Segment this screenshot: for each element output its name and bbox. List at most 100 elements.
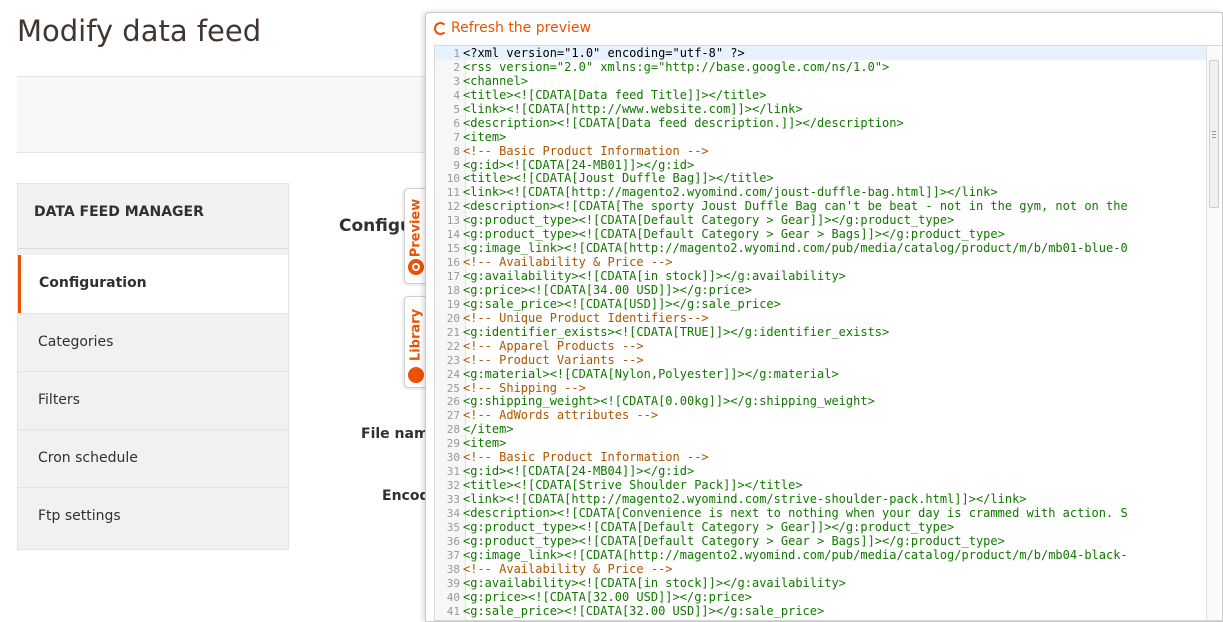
refresh-preview-label: Refresh the preview — [451, 20, 591, 36]
line-number: 11 — [446, 186, 460, 200]
code-line: 34 <description><![CDATA[Convenience is n… — [435, 506, 1206, 520]
code-line: 17 <g:availability><![CDATA[in stock]]></… — [435, 269, 1206, 283]
line-number: 21 — [446, 325, 460, 339]
line-number: 5 — [453, 102, 460, 116]
line-text: <g:availability><![CDATA[in stock]]></g:… — [463, 575, 846, 590]
code-line: 8 <!-- Basic Product Information --> — [435, 144, 1206, 158]
code-line: 33 <link><![CDATA[http://magento2.wyomind… — [435, 492, 1206, 506]
line-number: 33 — [446, 493, 460, 506]
code-line: 37 <g:image_link><![CDATA[http://magento2… — [435, 548, 1206, 562]
line-number: 20 — [446, 311, 460, 325]
code-line: 20 <!-- Unique Product Identifiers--> — [435, 311, 1206, 325]
code-line: 11 <link><![CDATA[http://magento2.wyomind… — [435, 185, 1206, 199]
line-number: 36 — [446, 534, 460, 548]
line-number: 24 — [446, 367, 460, 381]
code-line: 6 <description><![CDATA[Data feed descrip… — [435, 116, 1206, 130]
line-text: <g:product_type><![CDATA[Default Categor… — [463, 227, 1005, 242]
line-number: 31 — [446, 465, 460, 479]
line-number: 32 — [446, 479, 460, 493]
code-line: 16 <!-- Availability & Price --> — [435, 255, 1206, 269]
library-tab[interactable]: Library — [404, 296, 426, 388]
line-number: 13 — [446, 214, 460, 228]
code-line: 21 <g:identifier_exists><![CDATA[TRUE]]><… — [435, 325, 1206, 339]
line-text: <g:material><![CDATA[Nylon,Polyester]]><… — [463, 366, 839, 381]
code-line: 1 <?xml version="1.0" encoding="utf-8" ?> — [435, 46, 1206, 60]
line-text: <g:identifier_exists><![CDATA[TRUE]]></g… — [463, 324, 890, 339]
side-item-categories[interactable]: Categories — [18, 313, 288, 371]
line-text: <link><![CDATA[http://magento2.wyomind.c… — [463, 492, 1027, 506]
refresh-preview-button[interactable]: Refresh the preview — [426, 13, 1222, 43]
code-line: 22 <!-- Apparel Products --> — [435, 339, 1206, 353]
side-item-configuration[interactable]: Configuration — [18, 255, 288, 313]
line-text: <g:sale_price><![CDATA[USD]]></g:sale_pr… — [463, 296, 781, 311]
line-number: 27 — [446, 409, 460, 423]
line-text: <!-- Basic Product Information --> — [463, 143, 709, 158]
preview-tab[interactable]: Preview — [404, 188, 426, 284]
line-number: 10 — [446, 172, 460, 186]
line-number: 4 — [453, 88, 460, 102]
code-line: 40 <g:price><![CDATA[32.00 USD]]></g:pric… — [435, 590, 1206, 604]
eye-icon — [408, 259, 424, 275]
line-text: <g:product_type><![CDATA[Default Categor… — [463, 213, 955, 228]
line-number: 15 — [446, 242, 460, 256]
code-line: 15 <g:image_link><![CDATA[http://magento2… — [435, 241, 1206, 255]
code-line: 36 <g:product_type><![CDATA[Default Categ… — [435, 534, 1206, 548]
line-number: 41 — [446, 604, 460, 618]
line-text: <g:price><![CDATA[32.00 USD]]></g:price> — [463, 589, 752, 604]
xml-preview-editor[interactable]: 1 <?xml version="1.0" encoding="utf-8" ?>… — [434, 45, 1222, 621]
side-menu: DATA FEED MANAGER Configuration Categori… — [17, 183, 289, 550]
code-line: 2 <rss version="2.0" xmlns:g="http://base… — [435, 60, 1206, 74]
line-number: 25 — [446, 381, 460, 395]
code-line: 18 <g:price><![CDATA[34.00 USD]]></g:pric… — [435, 283, 1206, 297]
line-text: <!-- Unique Product Identifiers--> — [463, 310, 709, 325]
code-line: 41 <g:sale_price><![CDATA[32.00 USD]]></g… — [435, 604, 1206, 618]
line-text: <g:id><![CDATA[24-MB04]]></g:id> — [463, 464, 695, 479]
line-number: 34 — [446, 506, 460, 520]
line-number: 26 — [446, 395, 460, 409]
line-text: <!-- Shipping --> — [463, 380, 586, 395]
preview-panel: Refresh the preview 1 <?xml version="1.0"… — [425, 12, 1223, 622]
line-text: <g:image_link><![CDATA[http://magento2.w… — [463, 547, 1128, 562]
line-text: </item> — [463, 422, 514, 437]
code-line: 29 <item> — [435, 436, 1206, 450]
preview-tab-label: Preview — [408, 199, 423, 258]
line-number: 7 — [453, 130, 460, 144]
line-number: 22 — [446, 339, 460, 353]
line-text: <?xml version="1.0" encoding="utf-8" ?> — [463, 46, 745, 60]
vertical-scrollbar[interactable] — [1206, 46, 1220, 620]
line-text: <g:shipping_weight><![CDATA[0.00kg]]></g… — [463, 394, 875, 409]
line-number: 9 — [453, 158, 460, 172]
line-number: 16 — [446, 256, 460, 270]
side-item-ftp-settings[interactable]: Ftp settings — [18, 487, 288, 545]
code-line: 31 <g:id><![CDATA[24-MB04]]></g:id> — [435, 464, 1206, 478]
code-line: 10 <title><![CDATA[Joust Duffle Bag]]></t… — [435, 171, 1206, 185]
line-text: <description><![CDATA[Data feed descript… — [463, 115, 904, 130]
line-text: <g:price><![CDATA[34.00 USD]]></g:price> — [463, 282, 752, 297]
line-number: 23 — [446, 353, 460, 367]
line-number: 35 — [446, 520, 460, 534]
code-line: 39 <g:availability><![CDATA[in stock]]></… — [435, 576, 1206, 590]
line-number: 39 — [446, 576, 460, 590]
code-line: 28 </item> — [435, 422, 1206, 436]
side-menu-title: DATA FEED MANAGER — [18, 184, 288, 249]
line-text: <!-- Apparel Products --> — [463, 338, 644, 353]
line-number: 18 — [446, 283, 460, 297]
line-text: <rss version="2.0" xmlns:g="http://base.… — [463, 59, 890, 74]
side-item-filters[interactable]: Filters — [18, 371, 288, 429]
line-number: 2 — [453, 60, 460, 74]
library-icon — [408, 367, 424, 383]
scrollbar-thumb[interactable] — [1209, 60, 1219, 208]
line-text: <g:availability><![CDATA[in stock]]></g:… — [463, 269, 846, 283]
side-item-cron-schedule[interactable]: Cron schedule — [18, 429, 288, 487]
line-number: 14 — [446, 228, 460, 242]
code-line: 24 <g:material><![CDATA[Nylon,Polyester]]… — [435, 367, 1206, 381]
line-text: <description><![CDATA[Convenience is nex… — [463, 505, 1128, 520]
library-tab-label: Library — [408, 308, 423, 361]
code-line: 3 <channel> — [435, 74, 1206, 88]
line-text: <link><![CDATA[http://magento2.wyomind.c… — [463, 185, 998, 200]
line-number: 6 — [453, 116, 460, 130]
page-title: Modify data feed — [17, 14, 262, 48]
code-line: 7 <item> — [435, 130, 1206, 144]
code-line: 5 <link><![CDATA[http://www.website.com]]… — [435, 102, 1206, 116]
code-line: 13 <g:product_type><![CDATA[Default Categ… — [435, 213, 1206, 227]
